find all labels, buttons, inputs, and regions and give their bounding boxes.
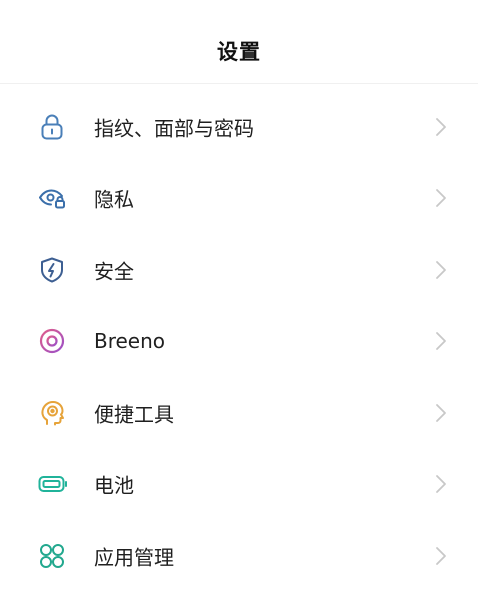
chevron-right-icon (434, 330, 448, 352)
settings-item-breeno[interactable]: Breeno (0, 306, 478, 378)
settings-item-label: 电池 (94, 473, 134, 498)
settings-item-privacy[interactable]: 隐私 (0, 163, 478, 235)
settings-item-security[interactable]: 安全 (0, 234, 478, 306)
settings-item-convenience-tools[interactable]: 便捷工具 (0, 377, 478, 449)
apps-grid-icon (36, 540, 68, 572)
head-target-icon (36, 397, 68, 429)
settings-list: 指纹、面部与密码 隐私 安全 Breeno 便捷工具 电池 应用管理 (0, 91, 478, 592)
settings-item-app-management[interactable]: 应用管理 (0, 520, 478, 592)
settings-item-label: 指纹、面部与密码 (94, 116, 254, 141)
chevron-right-icon (434, 545, 448, 567)
top-bar: 设置 (0, 0, 478, 84)
settings-item-fingerprint-face-password[interactable]: 指纹、面部与密码 (0, 91, 478, 163)
settings-item-label: Breeno (94, 329, 166, 354)
battery-icon (36, 468, 68, 500)
chevron-right-icon (434, 187, 448, 209)
chevron-right-icon (434, 473, 448, 495)
page-title: 设置 (217, 40, 261, 64)
eye-lock-icon (36, 182, 68, 214)
chevron-right-icon (434, 116, 448, 138)
settings-item-label: 安全 (94, 259, 134, 284)
settings-item-label: 便捷工具 (94, 402, 174, 427)
chevron-right-icon (434, 259, 448, 281)
chevron-right-icon (434, 402, 448, 424)
settings-item-label: 隐私 (94, 187, 134, 212)
breeno-ring-icon (36, 325, 68, 357)
shield-bolt-icon (36, 254, 68, 286)
settings-item-label: 应用管理 (94, 545, 174, 570)
lock-icon (36, 111, 68, 143)
settings-item-battery[interactable]: 电池 (0, 449, 478, 521)
